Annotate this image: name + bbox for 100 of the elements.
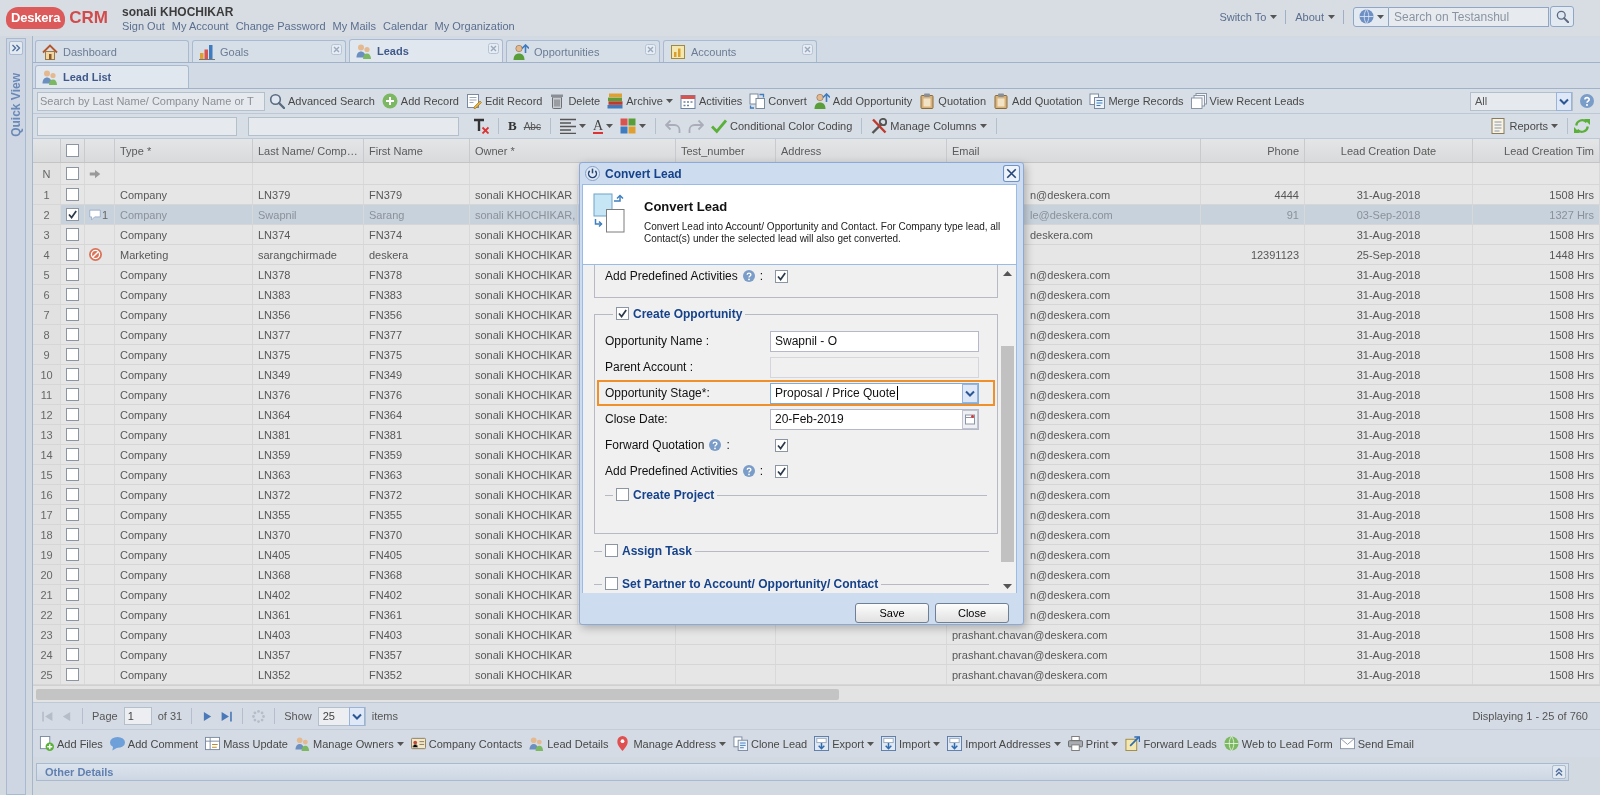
table-cell: 31-Aug-2018 xyxy=(1305,585,1473,604)
table-cell: sonali KHOCHIKAR xyxy=(470,545,578,564)
table-cell: 31-Aug-2018 xyxy=(1305,265,1473,284)
table-cell: sonali KHOCHIKAR xyxy=(470,645,676,664)
table-cell: 31-Aug-2018 xyxy=(1305,645,1473,664)
items-label: items xyxy=(371,710,398,722)
table-cell: 31-Aug-2018 xyxy=(1305,605,1473,624)
table-cell: 31-Aug-2018 xyxy=(1305,505,1473,524)
row-number: 9 xyxy=(33,345,61,364)
table-cell: n@deskera.com xyxy=(1025,485,1201,504)
table-cell: Company xyxy=(115,565,253,584)
table-cell: Company xyxy=(115,225,253,244)
panel-title: Quick View xyxy=(9,73,23,137)
table-cell: n@deskera.com xyxy=(1025,285,1201,304)
table-cell: 1508 Hrs xyxy=(1473,365,1600,384)
table-cell: Company xyxy=(115,425,253,444)
table-cell: Company xyxy=(115,525,253,544)
table-cell: LN405 xyxy=(253,545,364,564)
table-cell: sonali KHOCHIKAR xyxy=(470,605,578,624)
table-cell: FN403 xyxy=(364,625,470,644)
table-cell: FN370 xyxy=(364,525,470,544)
table-cell: sonali KHOCHIKAR xyxy=(470,505,578,524)
table-cell: LN361 xyxy=(253,605,364,624)
table-cell: n@deskera.com xyxy=(1025,505,1201,524)
table-cell: 31-Aug-2018 xyxy=(1305,385,1473,404)
row-number: 3 xyxy=(33,225,61,244)
row-number: 4 xyxy=(33,245,61,264)
table-cell: LN376 xyxy=(253,385,364,404)
table-cell: 1508 Hrs xyxy=(1473,285,1600,304)
row-number: 20 xyxy=(33,565,61,584)
table-cell: 31-Aug-2018 xyxy=(1305,185,1473,204)
table-cell: 1508 Hrs xyxy=(1473,605,1600,624)
table-cell: n@deskera.com xyxy=(1025,565,1201,584)
field-label: Add Predefined Activities xyxy=(605,464,738,478)
table-cell: n@deskera.com xyxy=(1025,525,1201,544)
row-number: 10 xyxy=(33,365,61,384)
table-cell: n@deskera.com xyxy=(1025,305,1201,324)
table-cell: 03-Sep-2018 xyxy=(1305,205,1473,224)
table-cell: FN379 xyxy=(364,185,470,204)
table-cell: 31-Aug-2018 xyxy=(1305,305,1473,324)
table-cell: sonali KHOCHIKAR xyxy=(470,405,578,424)
table-cell: Company xyxy=(115,325,253,344)
table-cell: 1508 Hrs xyxy=(1473,565,1600,584)
table-cell: Marketing xyxy=(115,245,253,264)
table-cell: sonali KHOCHIKAR, xyxy=(470,205,578,224)
table-cell: Company xyxy=(115,545,253,564)
table-cell: 31-Aug-2018 xyxy=(1305,465,1473,484)
table-cell: deskera xyxy=(364,245,470,264)
table-cell: 1508 Hrs xyxy=(1473,425,1600,444)
table-cell: 31-Aug-2018 xyxy=(1305,285,1473,304)
table-cell: FN376 xyxy=(364,385,470,404)
row-number: 18 xyxy=(33,525,61,544)
table-cell: 1508 Hrs xyxy=(1473,645,1600,664)
table-cell: LN381 xyxy=(253,425,364,444)
row-number: 23 xyxy=(33,625,61,644)
table-cell: FN374 xyxy=(364,225,470,244)
table-cell: Sarang xyxy=(364,205,470,224)
section-title: Set Partner to Account/ Opportunity/ Contact xyxy=(622,577,879,591)
table-cell: n@deskera.com xyxy=(1025,365,1201,384)
table-cell: LN355 xyxy=(253,505,364,524)
table-cell: FN405 xyxy=(364,545,470,564)
table-cell: n@deskera.com xyxy=(1025,385,1201,404)
table-cell: FN368 xyxy=(364,565,470,584)
table-cell: FN355 xyxy=(364,505,470,524)
table-cell: 1508 Hrs xyxy=(1473,465,1600,484)
table-cell: 31-Aug-2018 xyxy=(1305,345,1473,364)
table-cell: FN381 xyxy=(364,425,470,444)
table-cell: FN349 xyxy=(364,365,470,384)
row-number: 5 xyxy=(33,265,61,284)
table-cell: LN402 xyxy=(253,585,364,604)
table-cell: Company xyxy=(115,585,253,604)
row-number: 6 xyxy=(33,285,61,304)
table-cell: FN359 xyxy=(364,445,470,464)
table-cell: LN372 xyxy=(253,485,364,504)
table-cell: Company xyxy=(115,625,253,644)
table-cell: sonali KHOCHIKAR xyxy=(470,525,578,544)
row-number: 2 xyxy=(33,205,61,224)
row-number: 12 xyxy=(33,405,61,424)
table-cell: n@deskera.com xyxy=(1025,405,1201,424)
table-cell: Company xyxy=(115,365,253,384)
table-cell: FN352 xyxy=(364,665,470,684)
row-number: N xyxy=(33,163,61,184)
table-cell: sonali KHOCHIKAR xyxy=(470,565,578,584)
dialog-title: Convert Lead xyxy=(605,166,682,181)
row-number: 13 xyxy=(33,425,61,444)
table-cell: sarangchirmade xyxy=(253,245,364,264)
table-cell: 31-Aug-2018 xyxy=(1305,445,1473,464)
table-cell: 1508 Hrs xyxy=(1473,305,1600,324)
table-cell: FN402 xyxy=(364,585,470,604)
table-cell: FN377 xyxy=(364,325,470,344)
table-cell: sonali KHOCHIKAR xyxy=(470,185,578,204)
table-cell: 1508 Hrs xyxy=(1473,505,1600,524)
table-cell: 1508 Hrs xyxy=(1473,345,1600,364)
table-cell: LN375 xyxy=(253,345,364,364)
table-cell: n@deskera.com xyxy=(1025,545,1201,564)
table-cell: FN361 xyxy=(364,605,470,624)
row-number: 15 xyxy=(33,465,61,484)
table-cell: sonali KHOCHIKAR xyxy=(470,445,578,464)
table-cell: LN357 xyxy=(253,645,364,664)
dialog-heading: Convert Lead xyxy=(644,199,729,214)
